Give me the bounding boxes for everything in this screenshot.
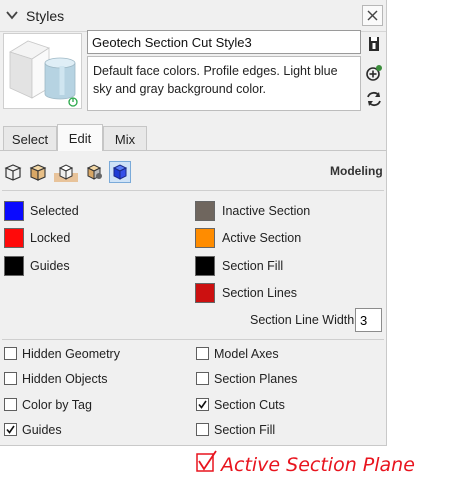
tab-select[interactable]: Select (3, 126, 57, 150)
section-fill-color-swatch[interactable] (195, 256, 215, 276)
style-name-field[interactable] (87, 30, 361, 54)
locked-color-swatch[interactable] (4, 228, 24, 248)
handwritten-annotation: Active Section Plane (196, 450, 415, 476)
checkmark-icon (198, 400, 207, 409)
style-description-field[interactable]: Default face colors. Profile edges. Ligh… (87, 56, 361, 111)
divider (2, 190, 384, 191)
model-axes-checkbox[interactable] (196, 347, 209, 360)
modeling-settings-button[interactable] (109, 161, 131, 183)
watermark-settings-icon[interactable] (83, 161, 105, 183)
guides-checkbox[interactable] (4, 423, 17, 436)
update-style-icon[interactable] (364, 63, 384, 83)
active-section-color-label: Active Section (222, 231, 302, 245)
style-thumbnail (3, 33, 82, 109)
guides-label: Guides (22, 423, 62, 437)
tab-mix[interactable]: Mix (103, 126, 147, 150)
locked-color-label: Locked (30, 231, 71, 245)
styles-panel: Styles Default face colors. Profile edge… (0, 0, 387, 446)
active-section-color-swatch[interactable] (195, 228, 215, 248)
section-line-width-input[interactable] (355, 308, 382, 332)
tab-edit[interactable]: Edit (57, 124, 103, 151)
section-lines-color-label: Section Lines (222, 286, 298, 300)
section-heading-modeling: Modeling (330, 164, 383, 178)
section-lines-color-swatch[interactable] (195, 283, 215, 303)
annotation-text: Active Section Plane (219, 454, 415, 476)
panel-header[interactable]: Styles (0, 0, 386, 32)
section-fill-checkbox[interactable] (196, 423, 209, 436)
guides-color-label: Guides (30, 259, 70, 273)
section-fill-color-label: Section Fill (222, 259, 284, 273)
section-fill-label: Section Fill (214, 423, 276, 437)
color-by-tag-label: Color by Tag (22, 398, 92, 412)
modeling-settings-icon (112, 164, 128, 180)
section-cuts-label: Section Cuts (214, 398, 285, 412)
model-axes-label: Model Axes (214, 347, 279, 361)
guides-color-swatch[interactable] (4, 256, 24, 276)
chevron-down-icon[interactable] (4, 7, 20, 23)
tab-bar: Select Edit Mix (0, 124, 386, 151)
hidden-objects-label: Hidden Objects (22, 372, 108, 386)
inactive-section-color-label: Inactive Section (222, 204, 311, 218)
hidden-objects-checkbox[interactable] (4, 372, 17, 385)
divider (2, 339, 384, 340)
selected-color-label: Selected (30, 204, 79, 218)
refresh-icon[interactable] (364, 89, 384, 109)
section-planes-label: Section Planes (214, 372, 298, 386)
panel-title: Styles (26, 8, 65, 24)
close-icon (367, 10, 378, 21)
face-settings-icon[interactable] (27, 161, 49, 183)
style-preview-image (9, 40, 78, 107)
edge-settings-icon[interactable] (2, 161, 24, 183)
color-by-tag-checkbox[interactable] (4, 398, 17, 411)
checkmark-icon (6, 425, 15, 434)
hidden-geometry-checkbox[interactable] (4, 347, 17, 360)
close-button[interactable] (362, 5, 383, 26)
section-planes-checkbox[interactable] (196, 372, 209, 385)
inactive-section-color-swatch[interactable] (195, 201, 215, 221)
create-new-style-icon[interactable] (364, 34, 384, 54)
section-line-width-label: Section Line Width (250, 313, 355, 327)
selected-color-swatch[interactable] (4, 201, 24, 221)
background-settings-icon[interactable] (53, 161, 79, 183)
section-cuts-checkbox[interactable] (196, 398, 209, 411)
hidden-geometry-label: Hidden Geometry (22, 347, 120, 361)
